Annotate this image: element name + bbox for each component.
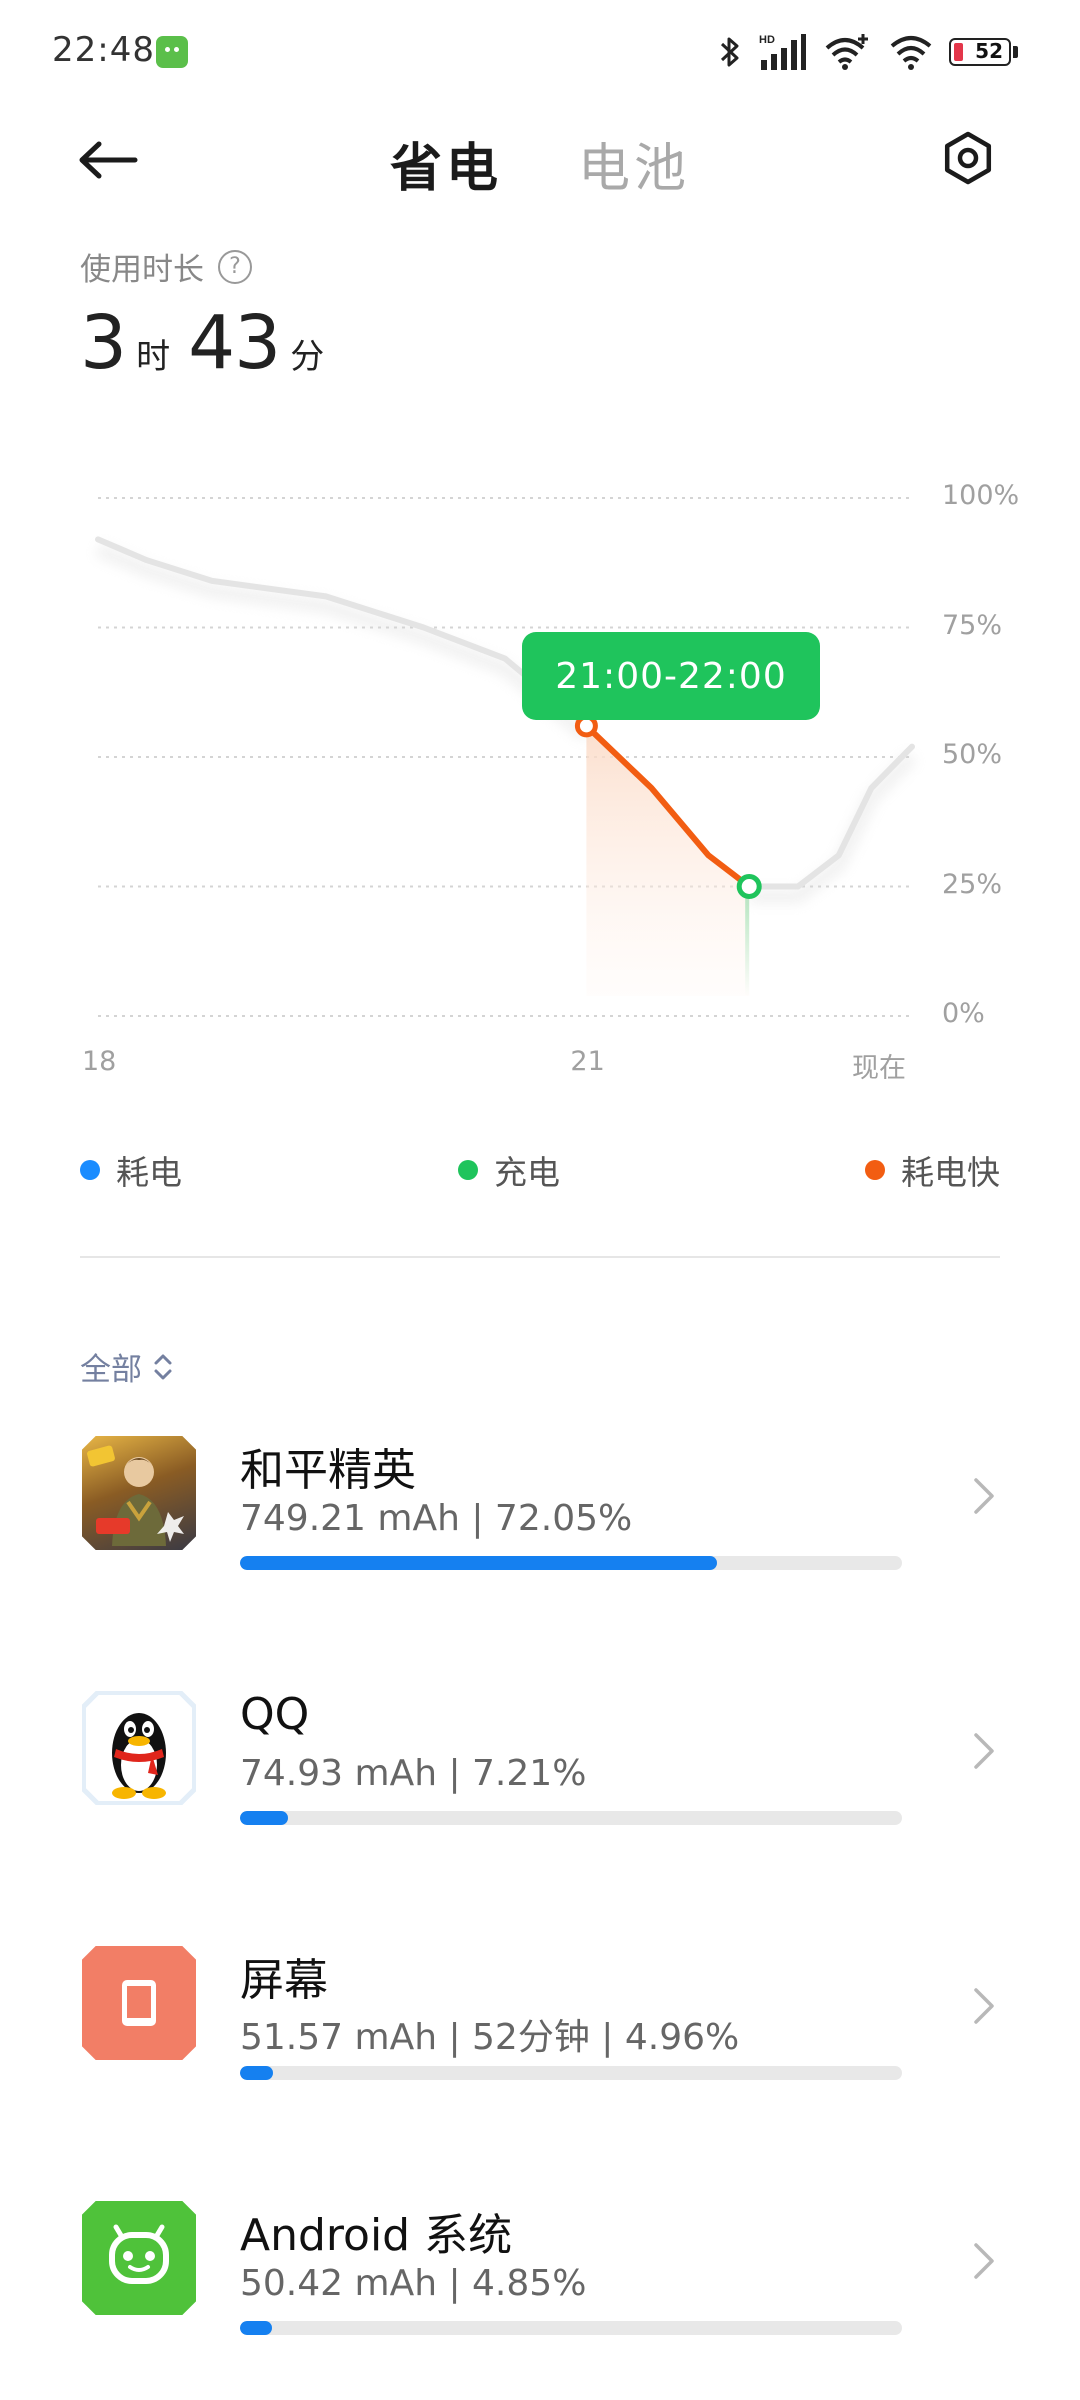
battery-icon: 52 <box>949 38 1011 66</box>
y-tick-label: 25% <box>942 868 1003 900</box>
app-name: Android 系统 <box>240 2210 513 2261</box>
tab-power-saving[interactable]: 省电 <box>390 126 502 201</box>
hd-signal-icon: HD <box>759 34 806 70</box>
usage-progress-bar <box>240 2321 902 2335</box>
sort-updown-icon <box>154 1354 172 1379</box>
status-time: 22:48 <box>52 30 155 70</box>
y-tick-label: 50% <box>942 739 1003 770</box>
usage-progress-bar <box>240 2066 902 2080</box>
chart-canvas <box>95 497 917 1017</box>
svg-text:HD: HD <box>759 34 775 46</box>
filter-label: 全部 <box>80 1352 142 1388</box>
usage-hours-unit: 时 <box>136 337 171 377</box>
usage-minutes: 43 <box>188 300 281 386</box>
legend-label-charging: 充电 <box>494 1153 560 1192</box>
tab-bar: 省电 电池 <box>0 126 1080 201</box>
section-divider <box>80 1256 1000 1258</box>
list-item-app[interactable]: 屏幕 51.57 mAh | 52分钟 | 4.96% <box>0 1930 1080 2130</box>
legend-item-charging: 充电 <box>458 1146 560 1194</box>
series-shadow <box>749 751 917 904</box>
usage-progress-bar <box>240 1811 902 1825</box>
game-icon <box>82 1436 196 1550</box>
settings-icon <box>944 131 992 185</box>
wifi-plus-icon <box>825 34 868 70</box>
legend-dot-charging <box>458 1160 478 1180</box>
app-name: 屏幕 <box>240 1955 328 2006</box>
usage-progress-bar <box>240 1556 902 1570</box>
highlight-area <box>586 725 750 996</box>
legend-item-fast-drain: 耗电快 <box>865 1146 1000 1194</box>
app-name: 和平精英 <box>240 1445 416 1496</box>
app-usage-stats: 51.57 mAh | 52分钟 | 4.96% <box>240 2017 740 2058</box>
series-line-drain <box>95 536 590 729</box>
screen-icon <box>82 1946 196 2060</box>
chevron-right-icon <box>964 1976 1004 2036</box>
usage-hours: 3 <box>80 300 127 386</box>
chevron-right-icon <box>964 2231 1004 2291</box>
qq-penguin-icon <box>82 1691 196 1805</box>
status-icons: HD 52 <box>719 30 1018 74</box>
y-tick-label: 100% <box>942 480 1020 511</box>
battery-tip <box>1013 46 1018 58</box>
app-usage-stats: 74.93 mAh | 7.21% <box>240 1753 587 1794</box>
legend-label-drain: 耗电 <box>116 1153 182 1192</box>
usage-duration-label: 使用时长 ? <box>80 244 252 289</box>
usage-progress-fill <box>240 1556 717 1570</box>
app-usage-stats: 749.21 mAh | 72.05% <box>240 1498 633 1539</box>
chevron-right-icon <box>964 1721 1004 1781</box>
chevron-right-icon <box>964 1466 1004 1526</box>
battery-level: 52 <box>975 39 1003 63</box>
list-item-app[interactable]: QQ 74.93 mAh | 7.21% <box>0 1675 1080 1875</box>
bluetooth-icon <box>720 37 739 67</box>
charge-marker-area <box>745 886 750 996</box>
app-usage-stats: 50.42 mAh | 4.85% <box>240 2263 587 2304</box>
y-tick-label: 75% <box>942 609 1003 641</box>
settings-button[interactable] <box>936 126 1000 190</box>
usage-minutes-unit: 分 <box>290 337 325 377</box>
tab-battery[interactable]: 电池 <box>578 126 690 201</box>
app-name: QQ <box>240 1689 310 1740</box>
legend-dot-drain <box>80 1160 100 1180</box>
list-item-app[interactable]: 和平精英 749.21 mAh | 72.05% <box>0 1420 1080 1620</box>
chart-legend: 耗电 充电 耗电快 <box>80 1146 1000 1194</box>
list-item-app[interactable]: Android 系统 50.42 mAh | 4.85% <box>0 2185 1080 2385</box>
usage-progress-fill <box>240 2066 273 2080</box>
usage-duration-value: 3 时 43 分 <box>80 300 342 386</box>
series-shadow <box>95 542 591 742</box>
legend-label-fast-drain: 耗电快 <box>901 1153 1000 1192</box>
android-notification-icon <box>156 36 188 68</box>
legend-dot-fast-drain <box>865 1160 885 1180</box>
legend-item-drain: 耗电 <box>80 1146 182 1194</box>
help-icon[interactable]: ? <box>218 249 252 284</box>
status-bar: 22:48 HD 52 <box>0 0 1080 104</box>
chart-tooltip: 21:00-22:00 <box>522 632 820 720</box>
x-tick-label: 18 <box>82 1046 117 1077</box>
battery-level-chart[interactable]: 100% 75% 50% 25% 0% 18 21 现在 <box>0 460 1080 1100</box>
highlight-end-point <box>736 874 762 899</box>
y-tick-label: 0% <box>942 998 985 1029</box>
usage-label-text: 使用时长 <box>80 252 204 288</box>
usage-progress-fill <box>240 2321 273 2335</box>
wifi-icon <box>890 36 932 70</box>
usage-progress-fill <box>240 1811 288 1825</box>
x-tick-label: 21 <box>570 1046 605 1077</box>
android-icon <box>82 2201 196 2315</box>
app-filter-dropdown[interactable]: 全部 <box>80 1344 174 1389</box>
x-tick-label: 现在 <box>852 1053 906 1084</box>
